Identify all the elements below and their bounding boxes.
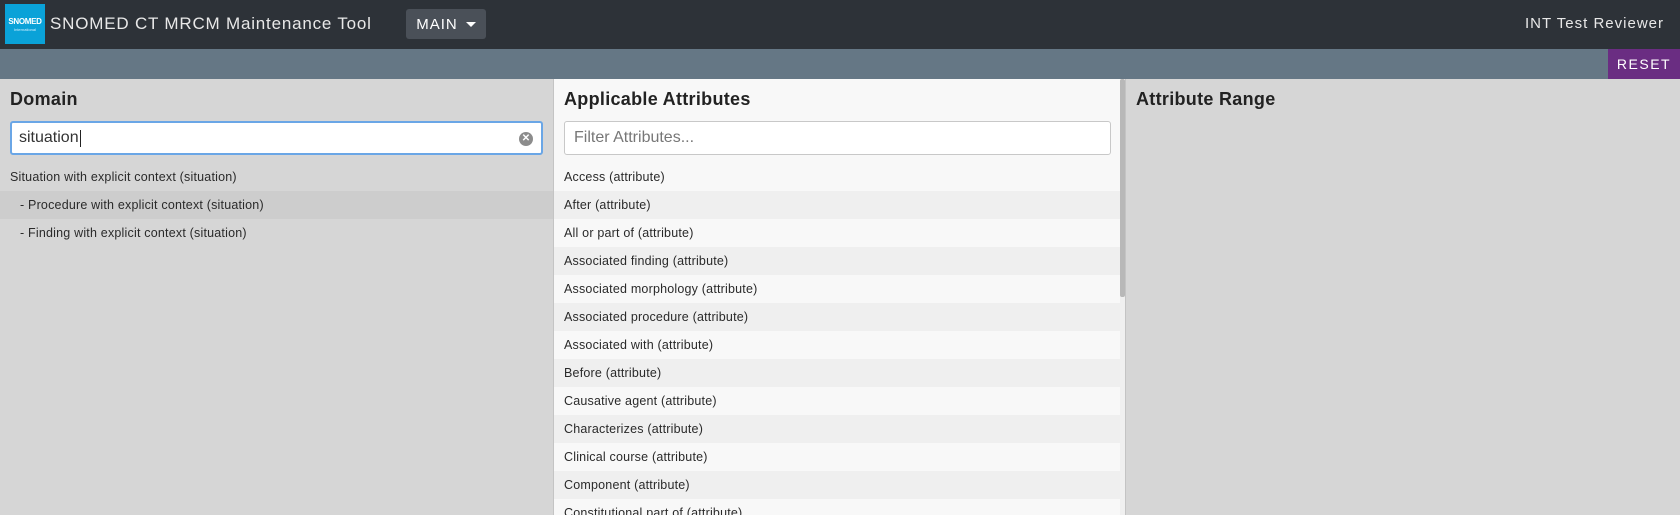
reset-button[interactable]: RESET xyxy=(1608,49,1680,79)
domain-panel: Domain situation ✕ Situation with explic… xyxy=(0,79,553,515)
attributes-panel-title: Applicable Attributes xyxy=(564,89,751,109)
scrollbar-thumb[interactable] xyxy=(1120,79,1125,297)
domain-list-item-selected[interactable]: - Procedure with explicit context (situa… xyxy=(0,191,553,219)
domain-list-item[interactable]: Situation with explicit context (situati… xyxy=(0,163,553,191)
branch-label: MAIN xyxy=(416,15,458,33)
caret-down-icon xyxy=(465,21,476,27)
attribute-list-item[interactable]: Component (attribute) xyxy=(554,471,1122,499)
attribute-list-item[interactable]: Characterizes (attribute) xyxy=(554,415,1122,443)
sub-toolbar: RESET xyxy=(0,49,1680,79)
top-bar: SNOMED International SNOMED CT MRCM Main… xyxy=(0,0,1680,49)
text-cursor xyxy=(79,129,81,147)
attribute-filter-input[interactable] xyxy=(574,129,1110,147)
attribute-list-item[interactable]: Associated procedure (attribute) xyxy=(554,303,1122,331)
app-title: SNOMED CT MRCM Maintenance Tool xyxy=(50,14,372,33)
domain-search-value: situation xyxy=(19,129,79,146)
domain-list-item[interactable]: - Finding with explicit context (situati… xyxy=(0,219,553,247)
attribute-list-item[interactable]: Access (attribute) xyxy=(554,163,1122,191)
attribute-list-item[interactable]: Constitutional part of (attribute) xyxy=(554,499,1122,515)
snomed-logo: SNOMED International xyxy=(5,4,45,44)
attribute-filter-field[interactable] xyxy=(564,121,1111,155)
attribute-list-item[interactable]: Causative agent (attribute) xyxy=(554,387,1122,415)
attribute-list-item[interactable]: After (attribute) xyxy=(554,191,1122,219)
logo-subtext: International xyxy=(13,26,36,32)
attribute-list-item[interactable]: Clinical course (attribute) xyxy=(554,443,1122,471)
domain-panel-title: Domain xyxy=(10,89,78,109)
user-name: INT Test Reviewer xyxy=(1525,15,1664,32)
attribute-list-item[interactable]: Before (attribute) xyxy=(554,359,1122,387)
attribute-list-item[interactable]: Associated with (attribute) xyxy=(554,331,1122,359)
attribute-list-scrollbar[interactable] xyxy=(1120,79,1125,515)
domain-search-input[interactable]: situation ✕ xyxy=(10,121,543,155)
attribute-list-item[interactable]: All or part of (attribute) xyxy=(554,219,1122,247)
attribute-list: Access (attribute) After (attribute) All… xyxy=(554,163,1122,515)
attributes-panel: Applicable Attributes Access (attribute)… xyxy=(553,79,1126,515)
clear-search-icon[interactable]: ✕ xyxy=(519,132,533,146)
range-panel: Attribute Range xyxy=(1126,79,1680,515)
attribute-list-item[interactable]: Associated finding (attribute) xyxy=(554,247,1122,275)
branch-dropdown-button[interactable]: MAIN xyxy=(406,9,486,39)
attribute-list-item[interactable]: Associated morphology (attribute) xyxy=(554,275,1122,303)
domain-list: Situation with explicit context (situati… xyxy=(0,163,553,247)
logo-text: SNOMED xyxy=(8,16,42,26)
range-panel-title: Attribute Range xyxy=(1136,89,1276,109)
